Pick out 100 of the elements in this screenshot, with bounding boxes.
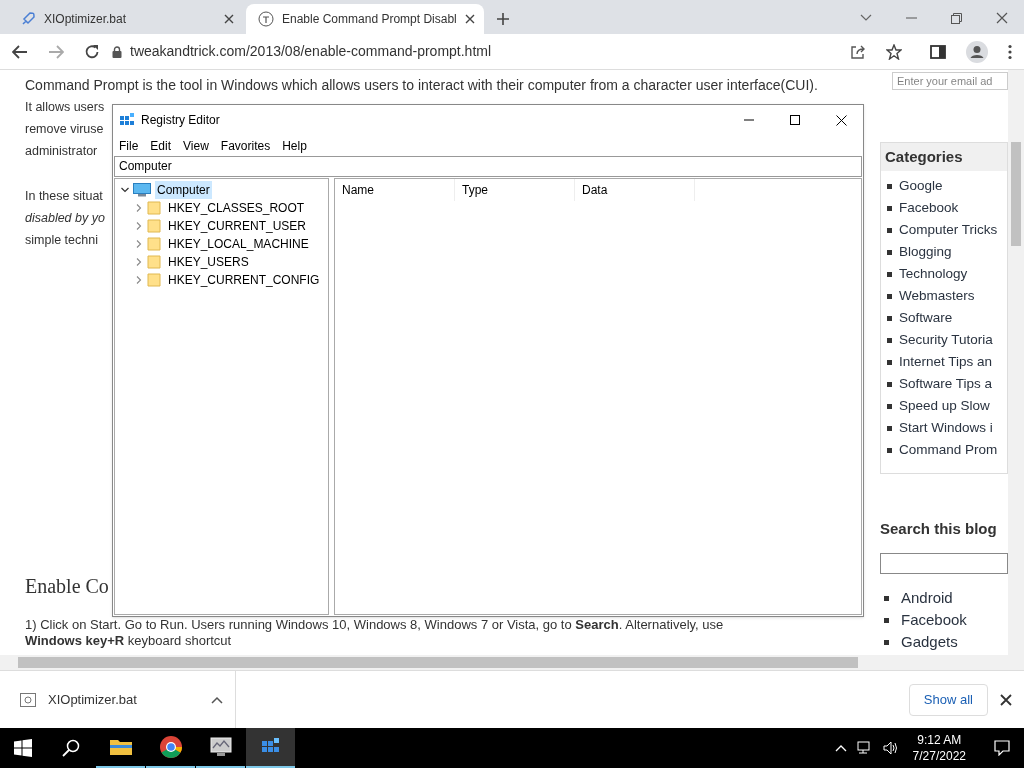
restore-icon[interactable] <box>951 12 962 24</box>
category-link[interactable]: Google <box>899 175 943 197</box>
email-field[interactable]: Enter your email ad <box>892 72 1008 90</box>
scrollbar-thumb[interactable] <box>18 657 858 668</box>
back-arrow-icon[interactable] <box>12 44 28 59</box>
chevron-down-icon[interactable] <box>860 14 872 22</box>
category-link[interactable]: Webmasters <box>899 285 975 307</box>
sidebar-link[interactable]: Android <box>901 587 953 610</box>
show-all-button[interactable]: Show all <box>908 683 988 716</box>
tree-node[interactable]: HKEY_LOCAL_MACHINE <box>166 235 311 253</box>
address-field[interactable]: Computer <box>114 156 862 177</box>
caret-icon[interactable] <box>211 695 223 704</box>
network-icon[interactable] <box>856 741 873 755</box>
chevron-right-icon[interactable] <box>135 240 143 248</box>
bullet-icon <box>887 425 892 431</box>
search-field[interactable] <box>880 552 1008 574</box>
clock-date: 7/27/2022 <box>912 748 966 764</box>
chevron-up-icon[interactable] <box>834 744 847 752</box>
bullet-icon <box>887 271 892 277</box>
close-icon[interactable] <box>836 114 847 126</box>
clock[interactable]: 9:12 AM 7/27/2022 <box>908 732 970 764</box>
chevron-right-icon[interactable] <box>135 258 143 266</box>
search-icon[interactable] <box>62 739 80 757</box>
category-link[interactable]: Computer Tricks <box>899 219 998 241</box>
tree-node[interactable]: HKEY_CLASSES_ROOT <box>166 199 307 217</box>
step-text: 1) Click on Start. Go to Run. Users running Windows 10, Windows 8, Windows 7 or Vista, go to Search. Alternatively, use <box>25 617 724 633</box>
notification-icon[interactable] <box>994 740 1010 756</box>
close-icon[interactable] <box>1000 693 1012 706</box>
section-heading: Search this blog <box>880 519 997 539</box>
menu-item[interactable]: Favorites <box>220 136 271 155</box>
category-link[interactable]: Software Tips a <box>899 373 993 395</box>
tab-title: XIOptimizer.bat <box>44 11 128 28</box>
chevron-right-icon[interactable] <box>135 204 143 212</box>
bullet-icon <box>887 315 892 321</box>
share-icon[interactable] <box>850 43 866 60</box>
category-link[interactable]: Security Tutoria <box>899 329 993 351</box>
bullet-icon <box>887 227 892 233</box>
close-icon[interactable] <box>224 14 234 24</box>
category-link[interactable]: Facebook <box>899 197 959 219</box>
chevron-down-icon[interactable] <box>121 186 129 194</box>
address-bar[interactable]: tweakandtrick.com/2013/08/enable-command-prompt.html <box>112 41 830 62</box>
step-text: Windows key+R keyboard shortcut <box>25 633 232 648</box>
folder-icon <box>147 219 161 233</box>
scrollbar-thumb[interactable] <box>1011 142 1021 246</box>
category-link[interactable]: Start Windows i <box>899 417 993 439</box>
volume-icon[interactable] <box>882 741 899 755</box>
site-logo-icon <box>258 11 274 27</box>
bullet-icon <box>887 183 892 189</box>
menu-item[interactable]: Help <box>282 136 307 155</box>
bullet-icon <box>887 337 892 343</box>
more-menu-icon[interactable] <box>1008 43 1012 60</box>
window-title: Registry Editor <box>141 112 220 129</box>
tree-node[interactable]: HKEY_USERS <box>166 253 251 271</box>
paragraph-text: administrator <box>25 143 98 160</box>
category-link[interactable]: Technology <box>899 263 968 285</box>
category-link[interactable]: Software <box>899 307 953 329</box>
tree-node[interactable]: HKEY_CURRENT_USER <box>166 217 309 235</box>
star-icon[interactable] <box>886 43 902 60</box>
paragraph-text: Command Prompt is the tool in Windows which allows users to interact with their computer from a character user interface(CUI). <box>25 76 819 95</box>
tree-node[interactable]: HKEY_CURRENT_CONFIG <box>166 271 322 289</box>
bullet-icon <box>887 403 892 409</box>
new-tab-icon[interactable] <box>496 12 510 26</box>
category-link[interactable]: Speed up Slow <box>899 395 990 417</box>
column-header[interactable]: Name <box>335 179 455 201</box>
url-text: tweakandtrick.com/2013/08/enable-command-prompt.html <box>130 42 492 61</box>
lock-icon <box>112 45 122 58</box>
browser-tab[interactable]: Enable Command Prompt Disabl <box>246 4 484 34</box>
horizontal-scrollbar[interactable] <box>0 655 1024 670</box>
bullet-icon <box>884 596 889 601</box>
taskbar-button[interactable] <box>246 728 295 768</box>
chevron-right-icon[interactable] <box>135 276 143 284</box>
vertical-scrollbar[interactable] <box>1008 70 1024 655</box>
sidebar-link[interactable]: Facebook <box>901 609 967 632</box>
monitor-icon <box>208 735 233 759</box>
tree-node[interactable]: Computer <box>155 181 212 199</box>
column-header[interactable]: Data <box>575 179 695 201</box>
bullet-icon <box>884 640 889 645</box>
folder-icon <box>147 201 161 215</box>
bullet-icon <box>884 618 889 623</box>
reload-icon[interactable] <box>84 43 100 60</box>
paragraph-text: In these situat <box>25 188 103 205</box>
profile-avatar-icon[interactable] <box>966 40 988 63</box>
folder-icon <box>147 237 161 251</box>
category-link[interactable]: Command Prom <box>899 439 998 461</box>
chevron-right-icon[interactable] <box>135 222 143 230</box>
menu-item[interactable]: Edit <box>150 136 172 155</box>
category-link[interactable]: Internet Tips an <box>899 351 993 373</box>
close-icon[interactable] <box>464 14 475 24</box>
category-link[interactable]: Blogging <box>899 241 952 263</box>
maximize-icon[interactable] <box>790 115 800 125</box>
sidebar-link[interactable]: Gadgets <box>901 631 958 654</box>
menu-item[interactable]: View <box>183 136 209 155</box>
registry-cubes-icon <box>119 112 135 128</box>
rocket-icon <box>20 11 36 27</box>
side-panel-icon[interactable] <box>930 43 946 60</box>
bullet-icon <box>887 447 892 453</box>
menu-item[interactable]: File <box>119 136 139 155</box>
column-header[interactable]: Type <box>455 179 575 201</box>
file-icon <box>20 692 36 707</box>
windows-logo-icon[interactable] <box>14 739 32 757</box>
